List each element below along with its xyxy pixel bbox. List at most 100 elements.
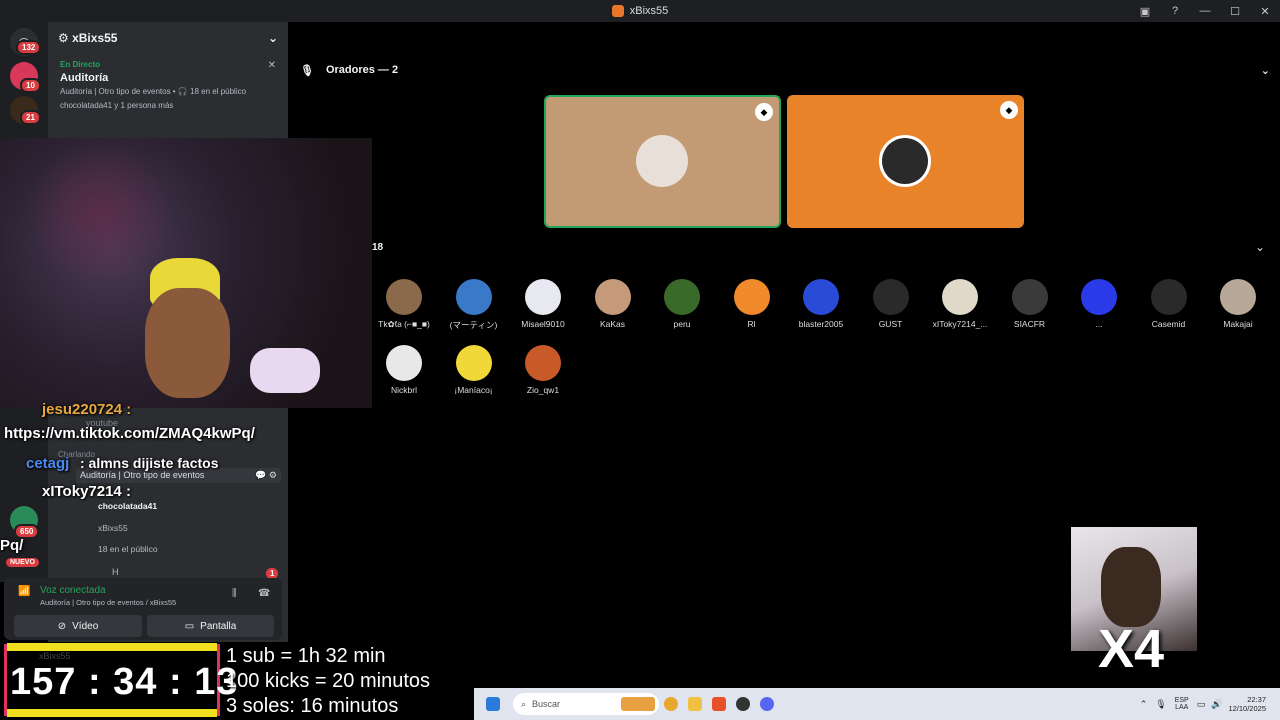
- avatar: [664, 279, 700, 315]
- window-controls: ▣ ? — ☐ ✕: [1130, 0, 1280, 22]
- audience-member[interactable]: Makajai: [1208, 279, 1268, 329]
- screen-label: Pantalla: [200, 620, 237, 632]
- language-bottom: LAA: [1175, 704, 1189, 711]
- server-name: xBixs55: [72, 31, 118, 45]
- speaker-tile[interactable]: ◆: [544, 95, 781, 228]
- microphone-tray-icon[interactable]: 🎙: [1155, 699, 1166, 710]
- server-gear-icon: ⚙: [58, 31, 73, 45]
- avatar: [942, 279, 978, 315]
- discord-icon[interactable]: [760, 697, 774, 711]
- inbox-icon[interactable]: ▣: [1130, 5, 1160, 18]
- title-bar: xBixs55: [0, 0, 1280, 22]
- audience-member[interactable]: peru: [652, 279, 712, 329]
- file-explorer-icon[interactable]: [688, 697, 702, 711]
- chat-message: https://vm.tiktok.com/ZMAQ4kwPq/: [4, 425, 255, 442]
- audience-member[interactable]: xIToky7214_...: [930, 279, 990, 329]
- moderator-icon: ◆: [1000, 101, 1018, 119]
- live-stage-card[interactable]: En Directo ✕ Auditoría Auditoría | Otro t…: [54, 56, 282, 114]
- audience-member[interactable]: Misael9010: [513, 279, 573, 329]
- audience-member[interactable]: ¡Maníaco¡: [444, 345, 504, 395]
- dm-badge: 132: [16, 40, 42, 55]
- stage-people: chocolatada41 y 1 persona más: [60, 101, 174, 110]
- member-xbixs55[interactable]: xBixs55: [98, 523, 128, 533]
- server-header[interactable]: ⚙ xBixs55 ⌄: [48, 22, 288, 54]
- maximize-button[interactable]: ☐: [1220, 5, 1250, 18]
- audience-member[interactable]: Tk✿ƭa (⌐■_■): [374, 279, 434, 330]
- soundboard-icon[interactable]: ⫼: [232, 588, 237, 599]
- audience-member[interactable]: Casemid: [1139, 279, 1199, 329]
- audience-name: Nickbrl: [391, 385, 417, 395]
- voice-meta: Auditoría | Otro tipo de eventos / xBixs…: [40, 598, 177, 607]
- minimize-button[interactable]: —: [1190, 5, 1220, 17]
- audience-name: Casemid: [1151, 319, 1186, 329]
- brave-icon[interactable]: [712, 697, 726, 711]
- channel-h[interactable]: H: [112, 567, 119, 577]
- channel-settings-icon[interactable]: 💬 ⚙: [255, 470, 277, 481]
- chrome-icon[interactable]: [664, 697, 678, 711]
- audience-name: Rl: [747, 319, 756, 329]
- timer-bg-user: xBixs55: [39, 651, 71, 661]
- audience-member[interactable]: blaster2005: [791, 279, 851, 329]
- close-icon[interactable]: ✕: [268, 60, 276, 71]
- obs-icon[interactable]: [736, 697, 750, 711]
- audience-header: 18: [372, 242, 384, 253]
- close-button[interactable]: ✕: [1250, 5, 1280, 18]
- speakers-header[interactable]: 🎙 Oradores — 2 ⌄: [300, 60, 1270, 80]
- audience-member[interactable]: ...: [1069, 279, 1129, 329]
- chevron-down-icon[interactable]: ⌄: [1255, 240, 1265, 254]
- avatar: [455, 279, 492, 315]
- server-badge: 10: [20, 78, 41, 93]
- language-indicator[interactable]: ESP LAA: [1175, 697, 1189, 711]
- avatar: [1220, 279, 1256, 315]
- audience-name: Tk✿ƭa (⌐■_■): [378, 319, 430, 329]
- window-title: xBixs55: [629, 5, 669, 17]
- search-icon: ⌕: [521, 698, 527, 709]
- moderator-icon: ◆: [755, 103, 773, 121]
- audience-member[interactable]: Rl: [722, 279, 782, 329]
- new-badge: NUEVO: [4, 556, 41, 569]
- disconnect-icon[interactable]: ☎: [258, 588, 270, 599]
- audience-member[interactable]: (マーティン): [444, 279, 504, 331]
- audience-member[interactable]: Nickbrl: [374, 345, 434, 395]
- audience-name: GUST: [878, 319, 903, 329]
- microphone: [250, 348, 320, 393]
- speaker-tile[interactable]: ◆: [787, 95, 1024, 228]
- screen-share-button[interactable]: ▭ Pantalla: [147, 615, 274, 637]
- video-button[interactable]: ⊘ Vídeo: [14, 615, 142, 637]
- clock[interactable]: 22:37 12/10/2025: [1228, 695, 1266, 713]
- audience-name: Misael9010: [521, 319, 565, 329]
- audience-member[interactable]: SIACFR: [1000, 279, 1060, 329]
- windows-taskbar: ⌕ Buscar ⌃ 🎙 ESP LAA ▭ 🔊 22:37 12/10/202…: [474, 688, 1280, 720]
- avatar: [872, 279, 909, 315]
- avatar: [1081, 279, 1117, 315]
- signal-icon: 📶: [18, 586, 31, 597]
- timer-bar-top: [7, 643, 217, 651]
- speaker-avatar: [879, 135, 931, 187]
- chevron-down-icon[interactable]: ⌄: [1261, 64, 1270, 77]
- audience-member[interactable]: Zio_qw1: [513, 345, 573, 395]
- chat-user: xIToky7214 :: [42, 483, 131, 500]
- chevron-up-icon[interactable]: ⌃: [1140, 699, 1148, 710]
- audience-count: 18 en el público: [98, 544, 158, 554]
- audience-name: (マーティン): [449, 320, 498, 330]
- network-icon[interactable]: ▭: [1197, 699, 1206, 710]
- avatar: [525, 279, 561, 315]
- audience-member[interactable]: GUST: [861, 279, 921, 329]
- multiplier-label: X4: [1098, 619, 1165, 679]
- audience-member[interactable]: KaKas: [583, 279, 643, 329]
- help-icon[interactable]: ?: [1160, 5, 1190, 17]
- avatar: [594, 279, 631, 315]
- light-effect: [20, 148, 180, 278]
- screen-icon: ▭: [184, 620, 195, 632]
- audience-name: peru: [673, 319, 691, 329]
- app-logo-icon: [611, 5, 624, 17]
- clock-time: 22:37: [1247, 695, 1266, 704]
- voice-status: Voz conectada: [40, 585, 106, 596]
- member-chocolatada41[interactable]: chocolatada41: [98, 501, 157, 511]
- avatar: [803, 279, 839, 315]
- taskbar-search[interactable]: ⌕ Buscar: [513, 693, 659, 715]
- chevron-down-icon[interactable]: ⌄: [268, 31, 278, 45]
- search-highlight-icon: [621, 697, 655, 711]
- start-icon[interactable]: [486, 697, 500, 711]
- volume-icon[interactable]: 🔊: [1211, 699, 1222, 710]
